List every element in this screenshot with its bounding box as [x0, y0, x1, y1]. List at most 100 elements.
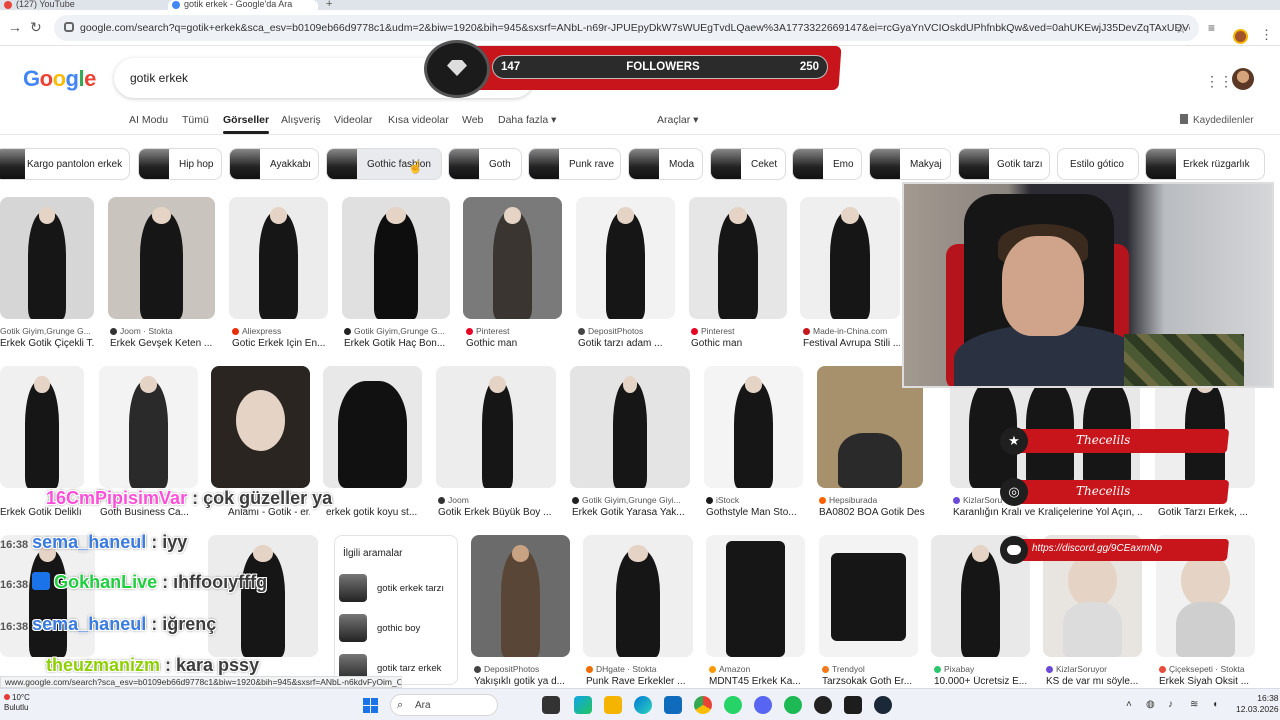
chip[interactable]: Goth [448, 148, 522, 180]
result-caption[interactable]: Festival Avrupa Stili ... [803, 338, 900, 349]
result-source[interactable]: Pinterest [466, 326, 562, 336]
tab-more[interactable]: Daha fazla ▾ [498, 114, 556, 126]
result-image[interactable] [471, 535, 570, 657]
result-source[interactable]: Çiçeksepeti · Stokta [1159, 664, 1259, 674]
tab-images[interactable]: Görseller [223, 114, 270, 134]
result-caption[interactable]: Erkek Gotik Haç Bon... [344, 338, 450, 349]
result-caption[interactable]: Erkek Gotik Çiçekli T... [0, 338, 94, 349]
result-source[interactable]: DHgate · Stokta [586, 664, 693, 674]
result-caption[interactable]: Erkek Gotik Yarasa Yak... [572, 507, 690, 518]
saved-button[interactable]: Kaydedilenler [1180, 114, 1254, 126]
result-source[interactable]: Pinterest [691, 326, 787, 336]
result-caption[interactable]: BA0802 BOA Gotik Des... [819, 507, 925, 518]
result-image[interactable] [211, 366, 310, 488]
windows-start-icon[interactable] [363, 698, 378, 713]
result-image[interactable] [323, 366, 422, 488]
new-tab-icon[interactable]: + [326, 0, 332, 10]
result-image[interactable] [99, 366, 198, 488]
result-caption[interactable]: Yakışıklı gotik ya d... [474, 676, 570, 687]
network-icon[interactable]: ◍ [1146, 699, 1155, 710]
result-source[interactable]: Pixabay [934, 664, 1030, 674]
spotify-icon[interactable] [784, 696, 802, 714]
wifi-icon[interactable]: ≋ [1190, 699, 1198, 710]
result-source[interactable]: Gotik Giyim,Grunge G... [344, 326, 450, 336]
related-item[interactable]: gothic boy [339, 614, 455, 644]
result-source[interactable]: DepositPhotos [474, 664, 570, 674]
result-caption[interactable]: Karanlığın Kralı ve Kraliçelerine Yol Aç… [953, 507, 1143, 518]
result-image[interactable] [570, 366, 690, 488]
result-image[interactable] [463, 197, 562, 319]
steam-icon[interactable] [874, 696, 892, 714]
extensions-icon[interactable]: ≡ [1208, 21, 1215, 35]
chip[interactable]: Makyaj [869, 148, 951, 180]
result-image[interactable] [819, 535, 918, 657]
reload-icon[interactable]: ↻ [30, 19, 42, 36]
result-caption[interactable]: 10.000+ Ücretsiz E... [934, 676, 1030, 687]
result-source[interactable]: KizlarSoruyor [1046, 664, 1142, 674]
chip[interactable]: Emo [792, 148, 862, 180]
result-image[interactable] [704, 366, 803, 488]
result-source[interactable]: KizlarSoruyor [953, 495, 1003, 505]
result-caption[interactable]: KS de var mı söyle... [1046, 676, 1142, 687]
result-caption[interactable]: Punk Rave Erkekler ... [586, 676, 693, 687]
volume-icon[interactable]: ◖ [1212, 699, 1218, 710]
result-source[interactable]: Joom [438, 495, 556, 505]
result-caption[interactable]: Gothstyle Man Sto... [706, 507, 803, 518]
forward-arrow-icon[interactable]: → [8, 19, 22, 35]
tab-shopping[interactable]: Alışveriş [281, 114, 321, 126]
result-caption[interactable]: Gotik tarzı adam ... [578, 338, 675, 349]
chip[interactable]: Punk rave [528, 148, 621, 180]
result-image[interactable] [0, 535, 95, 657]
system-clock[interactable]: 16:38 12.03.2026 [1236, 693, 1279, 715]
result-source[interactable]: Amazon [709, 664, 805, 674]
result-source[interactable]: Aliexpress [232, 326, 328, 336]
chip[interactable]: Moda [628, 148, 703, 180]
store-icon[interactable] [664, 696, 682, 714]
avatar[interactable] [1232, 68, 1254, 90]
result-caption[interactable]: Gotic Erkek İçin En... [232, 338, 328, 349]
result-image[interactable] [108, 197, 215, 319]
tab-all[interactable]: Tümü [182, 114, 209, 126]
weather-widget[interactable]: 10°C Bulutlu [4, 693, 30, 713]
google-logo[interactable]: Google [23, 66, 96, 92]
tab-short-videos[interactable]: Kısa videolar [388, 114, 449, 126]
result-image[interactable] [229, 197, 328, 319]
tab-youtube[interactable]: (127) YouTube [0, 0, 165, 10]
menu-kebab-icon[interactable]: ⋮ [1260, 27, 1273, 43]
tab-ai-mode[interactable]: AI Modu [129, 114, 168, 126]
result-source[interactable]: Hepsiburada [819, 495, 925, 505]
result-caption[interactable]: Gothic man [466, 338, 562, 349]
copilot-icon[interactable] [574, 696, 592, 714]
result-image[interactable] [208, 535, 318, 657]
chip[interactable]: Hip hop [138, 148, 222, 180]
result-image[interactable] [342, 197, 450, 319]
result-caption[interactable]: Erkek Gevşek Keten ... [110, 338, 215, 349]
result-image[interactable] [800, 197, 900, 319]
result-caption[interactable]: Erkek Siyah Oksit ... [1159, 676, 1259, 687]
result-source[interactable]: DepositPhotos [578, 326, 675, 336]
chip[interactable]: Kargo pantolon erkek [0, 148, 130, 180]
chip[interactable]: Gothic fashion [326, 148, 442, 180]
result-image[interactable] [576, 197, 675, 319]
tray-chevron-icon[interactable]: ˄ [1126, 699, 1132, 710]
tab-videos[interactable]: Videolar [334, 114, 372, 126]
result-source[interactable]: Joom · Stokta [110, 326, 215, 336]
taskbar-search[interactable]: ⌕ Ara [390, 694, 498, 716]
chip[interactable]: Ceket [710, 148, 786, 180]
bookmark-star-icon[interactable]: ☆ [1175, 21, 1187, 37]
discord-app-icon[interactable] [754, 696, 772, 714]
result-image[interactable] [689, 197, 787, 319]
result-caption[interactable]: MDNT45 Erkek Ka... [709, 676, 805, 687]
result-caption[interactable]: erkek gotik koyu st... [326, 507, 422, 518]
task-view-icon[interactable] [542, 696, 560, 714]
result-source[interactable]: iStock [706, 495, 803, 505]
tab-web[interactable]: Web [462, 114, 483, 126]
profile-avatar[interactable] [1233, 29, 1248, 44]
result-source[interactable]: Gotik Giyim,Grunge G... [0, 326, 94, 336]
tools-button[interactable]: Araçlar ▾ [657, 114, 698, 126]
edge-icon[interactable] [634, 696, 652, 714]
result-caption[interactable]: Gotik Tarzı Erkek, ... [1158, 507, 1258, 518]
related-item[interactable]: gotik erkek tarzı [339, 574, 455, 604]
obs-icon[interactable] [814, 696, 832, 714]
result-source[interactable]: Trendyol [822, 664, 918, 674]
